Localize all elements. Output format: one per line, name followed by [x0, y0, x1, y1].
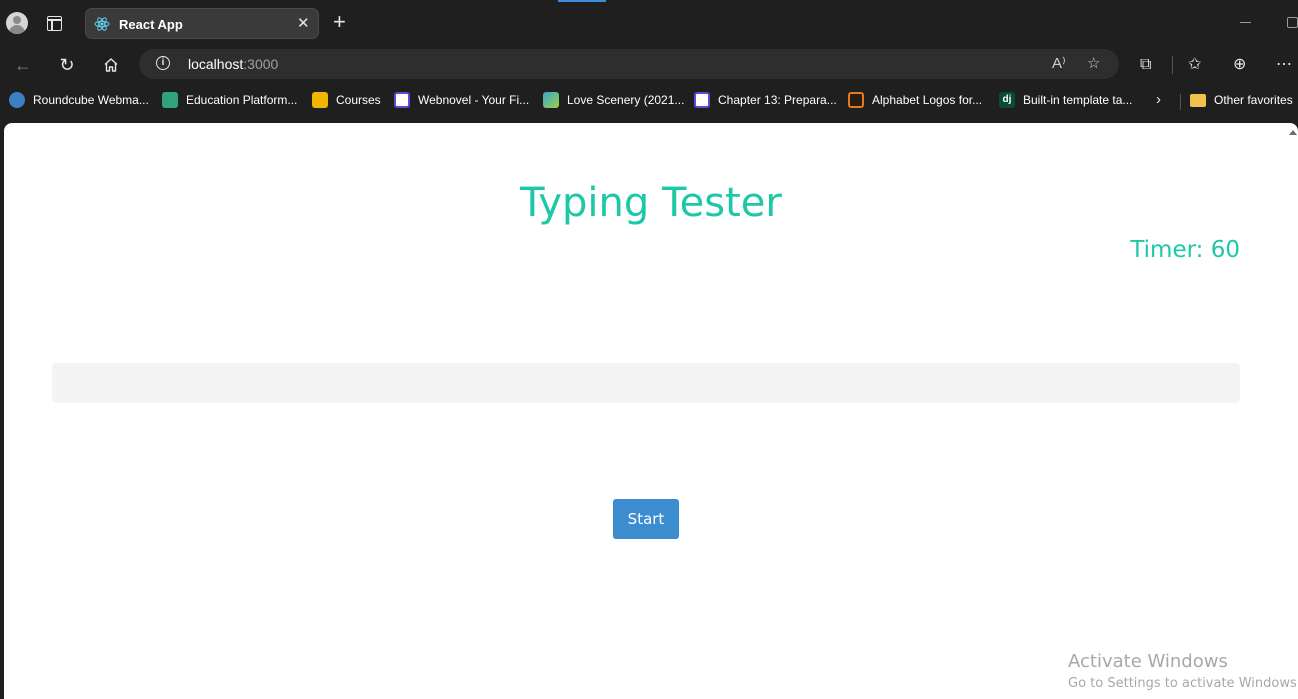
favorites-icon[interactable]: ✩ — [1188, 57, 1201, 73]
webnovel-icon — [694, 92, 710, 108]
roundcube-icon — [9, 92, 25, 108]
typing-text-area[interactable] — [52, 363, 1240, 403]
collections-icon[interactable]: ⊕ — [1233, 57, 1246, 73]
add-favorite-icon[interactable]: ☆ — [1087, 54, 1100, 72]
back-arrow-icon: ← — [14, 55, 32, 75]
profile-avatar-icon[interactable] — [6, 12, 28, 34]
home-icon — [104, 58, 118, 72]
maximize-icon[interactable] — [1287, 17, 1298, 28]
scroll-up-arrow-icon[interactable] — [1289, 130, 1297, 135]
favorite-label: Education Platform... — [186, 93, 298, 107]
read-aloud-icon[interactable]: A⁾ — [1052, 54, 1066, 72]
react-icon — [94, 17, 110, 31]
favorite-label: Webnovel - Your Fi... — [418, 93, 530, 107]
favorite-label: Courses — [336, 93, 381, 107]
favorites-bar: Roundcube Webma... Education Platform...… — [0, 86, 1298, 114]
site-info-icon[interactable]: i — [156, 56, 170, 70]
scenery-icon — [543, 92, 559, 108]
extensions-icon[interactable]: ⧉ — [1140, 57, 1151, 73]
more-options-icon[interactable]: ⋯ — [1276, 57, 1292, 73]
back-button[interactable]: ← — [8, 50, 38, 80]
url-text[interactable]: localhost:3000 — [188, 56, 278, 72]
url-host: localhost — [188, 56, 244, 72]
timer-display: Timer: 60 — [1130, 237, 1240, 263]
more-favorites-chevron-icon[interactable]: › — [1156, 91, 1161, 108]
address-bar[interactable]: i localhost:3000 A⁾ ☆ — [139, 49, 1119, 79]
home-button[interactable] — [96, 50, 126, 80]
tab-strip-accent — [558, 0, 606, 2]
classroom-icon — [312, 92, 328, 108]
tab-strip: React App ✕ + — [0, 0, 1298, 46]
webnovel-icon — [394, 92, 410, 108]
favorite-label: Roundcube Webma... — [33, 93, 149, 107]
folder-icon — [1190, 94, 1206, 107]
django-icon: dj — [999, 92, 1015, 108]
favorite-label: Built-in template ta... — [1023, 93, 1133, 107]
refresh-button[interactable]: ↻ — [52, 50, 82, 80]
toolbar-divider — [1172, 56, 1173, 74]
tab-title: React App — [119, 17, 183, 32]
page-title: Typing Tester — [520, 180, 782, 226]
new-tab-button[interactable]: + — [333, 10, 346, 34]
page-viewport: Typing Tester Timer: 60 Start Activate W… — [4, 123, 1298, 699]
favorite-label: Alphabet Logos for... — [872, 93, 983, 107]
url-port: :3000 — [243, 56, 279, 72]
watermark-title: Activate Windows — [1068, 651, 1228, 672]
favorites-divider — [1180, 94, 1181, 110]
tab-react-app[interactable]: React App ✕ — [85, 8, 319, 39]
alphabet-icon — [848, 92, 864, 108]
refresh-icon: ↻ — [59, 55, 75, 75]
watermark-subtitle: Go to Settings to activate Windows. — [1068, 676, 1298, 691]
education-icon — [162, 92, 178, 108]
tab-close-icon[interactable]: ✕ — [297, 14, 310, 32]
browser-toolbar: ← ↻ i localhost:3000 A⁾ ☆ ⧉ ✩ ⊕ ⋯ — [0, 46, 1298, 84]
windows-activation-watermark: Activate Windows Go to Settings to activ… — [1068, 651, 1298, 694]
minimize-icon[interactable] — [1240, 22, 1251, 23]
favorite-label: Chapter 13: Prepara... — [718, 93, 837, 107]
favorite-label: Other favorites — [1214, 93, 1293, 107]
start-button[interactable]: Start — [613, 499, 679, 539]
favorite-label: Love Scenery (2021... — [567, 93, 685, 107]
tab-actions-icon[interactable] — [47, 16, 62, 31]
